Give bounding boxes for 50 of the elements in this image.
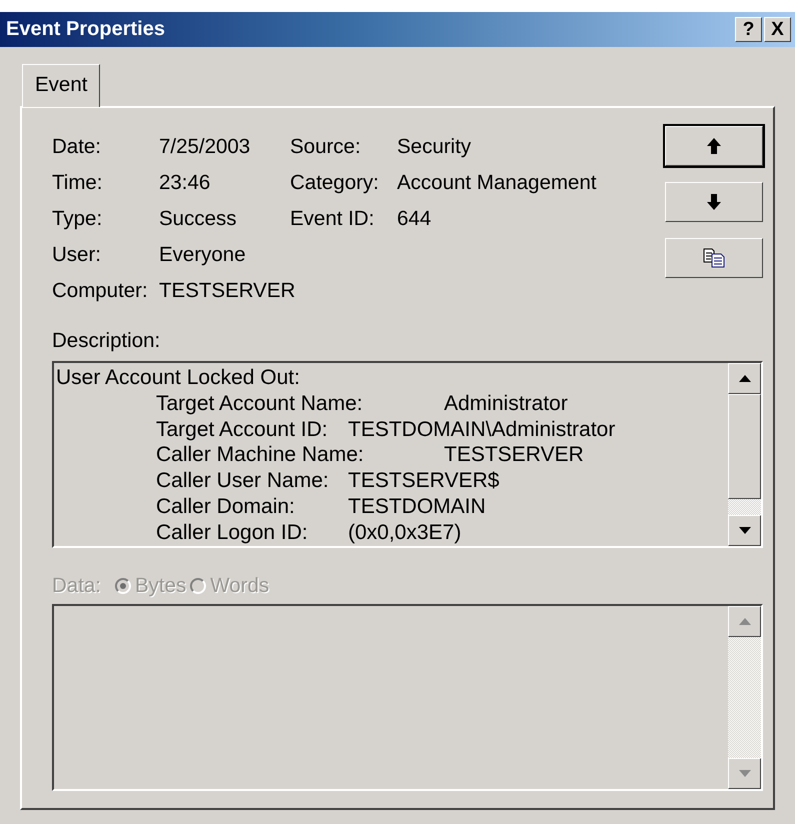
field-label: Event ID: xyxy=(290,206,376,231)
scroll-up-button[interactable] xyxy=(728,363,761,394)
previous-button[interactable] xyxy=(665,126,763,166)
field-label: User: xyxy=(52,242,102,267)
field-value: TESTSERVER xyxy=(159,278,296,303)
field-value: 7/25/2003 xyxy=(159,134,252,159)
detail-label: Caller Domain: xyxy=(156,494,295,518)
data-label: Data: xyxy=(52,574,101,598)
detail-value: TESTSERVER$ xyxy=(348,469,500,492)
down-arrow-icon xyxy=(707,194,721,210)
down-arrow-icon xyxy=(738,527,750,534)
up-arrow-icon xyxy=(738,375,750,382)
description-label: Description: xyxy=(52,329,160,352)
field-label: Category: xyxy=(290,170,380,195)
field-value: Success xyxy=(159,206,238,231)
next-button[interactable] xyxy=(665,182,763,222)
field-label: Computer: xyxy=(52,278,149,303)
down-arrow-icon xyxy=(738,770,750,777)
detail-value: TESTSERVER xyxy=(444,443,584,466)
window-title: Event Properties xyxy=(6,18,165,41)
detail-value: Administrator xyxy=(444,392,568,415)
detail-label: Caller Logon ID: xyxy=(156,520,308,544)
copy-button[interactable] xyxy=(665,238,763,278)
field-value: 23:46 xyxy=(159,170,212,195)
field-value: Everyone xyxy=(159,242,247,267)
description-heading: User Account Locked Out: xyxy=(56,366,300,389)
field-label: Source: xyxy=(290,134,362,159)
description-box[interactable] xyxy=(52,361,763,548)
up-arrow-icon xyxy=(738,618,750,625)
detail-label: Caller Machine Name: xyxy=(156,443,364,466)
field-label: Time: xyxy=(52,170,104,195)
field-value: 644 xyxy=(397,206,432,231)
up-arrow-icon xyxy=(707,138,721,154)
detail-value: (0x0,0x3E7) xyxy=(348,520,462,544)
detail-label: Target Account Name: xyxy=(156,392,363,415)
detail-value: TESTDOMAIN\Administrator xyxy=(348,418,616,441)
field-label: Type: xyxy=(52,206,104,231)
detail-label: Caller User Name: xyxy=(156,469,329,492)
copy-icon xyxy=(703,248,725,268)
detail-value: TESTDOMAIN xyxy=(348,494,486,518)
detail-label: Target Account ID: xyxy=(156,418,328,441)
scroll-up-button[interactable] xyxy=(728,606,761,637)
field-value: Account Management xyxy=(397,170,596,195)
help-button[interactable]: ? xyxy=(735,17,762,42)
close-button[interactable]: X xyxy=(764,17,791,42)
field-label: Date: xyxy=(52,134,102,159)
scroll-down-button[interactable] xyxy=(728,758,761,789)
tab[interactable]: Event xyxy=(22,64,100,107)
field-value: Security xyxy=(397,134,472,159)
scroll-down-button[interactable] xyxy=(728,515,761,546)
